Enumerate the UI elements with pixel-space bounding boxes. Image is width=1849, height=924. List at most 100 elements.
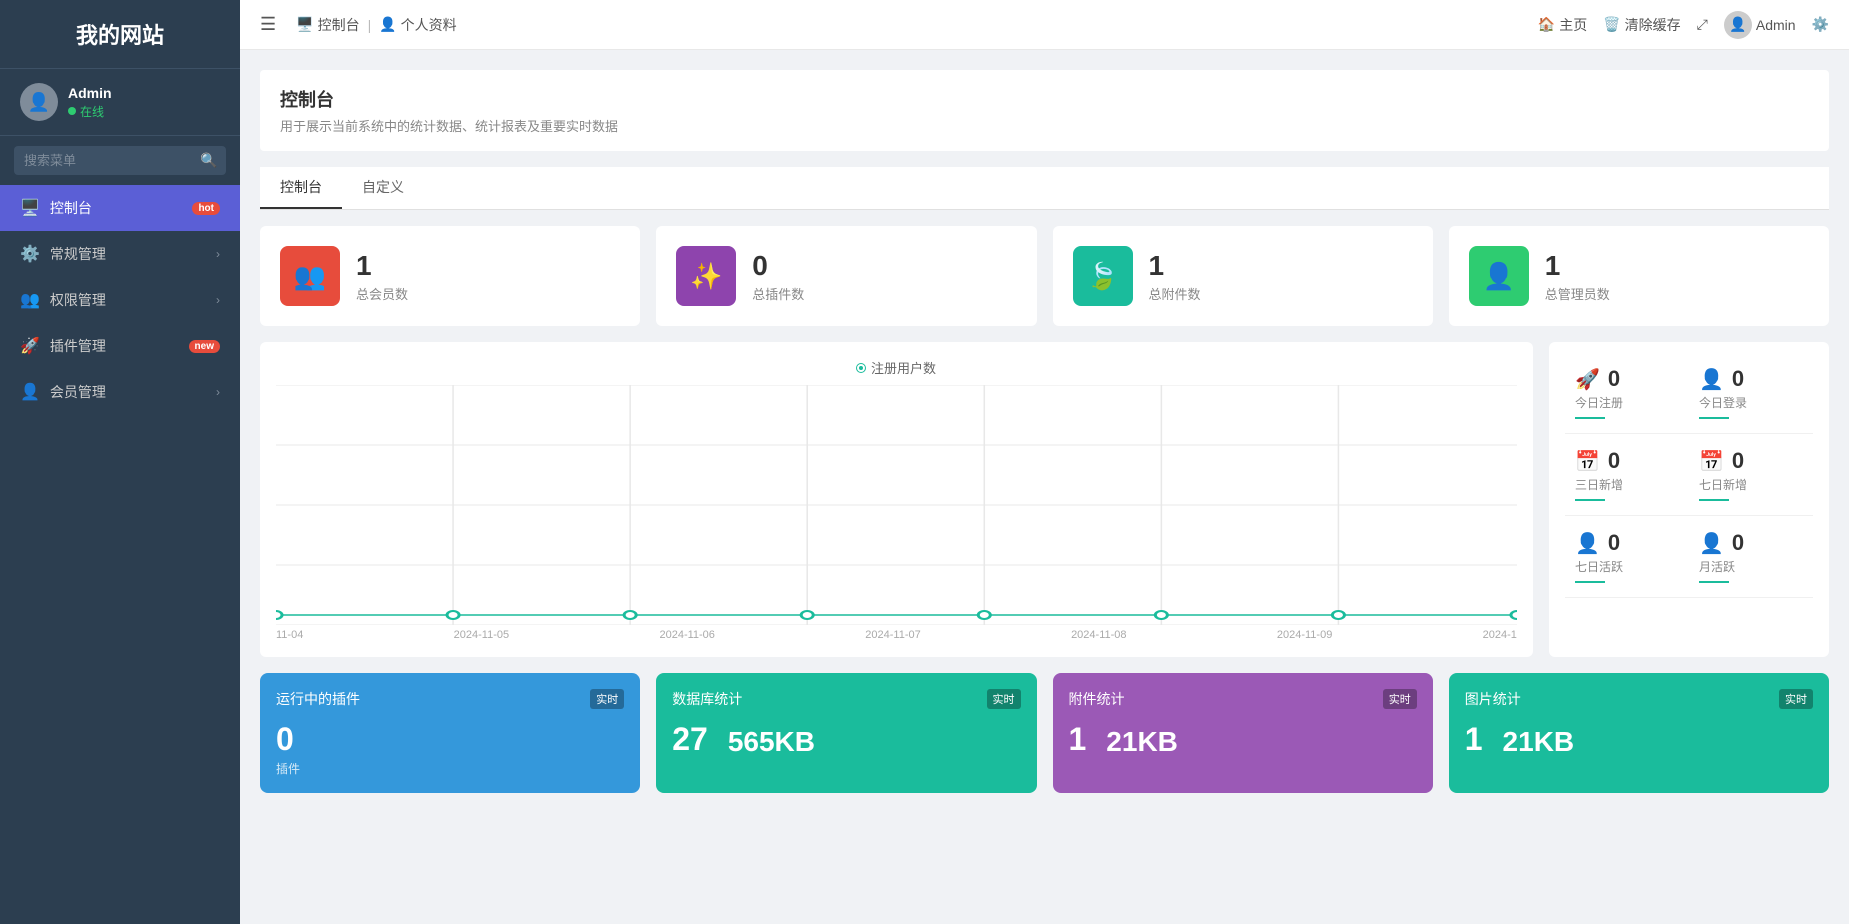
home-button[interactable]: 🏠 主页: [1538, 15, 1587, 35]
nav-badge-new: new: [189, 340, 220, 353]
user-login-icon: 👤: [1699, 367, 1724, 392]
page-description: 用于展示当前系统中的统计数据、统计报表及重要实时数据: [280, 116, 1809, 135]
expand-button[interactable]: ⤢: [1697, 16, 1708, 33]
metric-underline: [1699, 417, 1729, 419]
site-logo: 我的网站: [0, 0, 240, 69]
metric-underline: [1575, 417, 1605, 419]
attachments-stat-icon: 🍃: [1073, 246, 1133, 306]
sidebar-item-label: 会员管理: [50, 382, 106, 402]
x-label: 2024-11-06: [659, 629, 714, 641]
breadcrumb-separator: |: [368, 17, 372, 33]
search-input[interactable]: [24, 153, 200, 168]
metric-monthly-active: 👤 0 月活跃: [1689, 516, 1813, 598]
attachments-count: 1: [1149, 250, 1201, 282]
sidebar-item-label: 权限管理: [50, 290, 106, 310]
chevron-right-icon: ›: [216, 247, 220, 261]
sidebar-item-label: 常规管理: [50, 244, 106, 264]
trash-icon: 🗑️: [1603, 16, 1620, 33]
sidebar-item-dashboard[interactable]: 🖥️ 控制台 hot: [0, 185, 240, 231]
page-title: 控制台: [280, 86, 1809, 112]
metric-label: 今日登录: [1699, 394, 1803, 411]
bottom-card-db: 数据库统计 实时 27 565KB: [656, 673, 1036, 793]
stat-card-plugins: ✨ 0 总插件数: [656, 226, 1036, 326]
admin-name-label: Admin: [1756, 17, 1796, 33]
nav-badge-hot: hot: [192, 202, 220, 215]
breadcrumb-label: 个人资料: [401, 15, 457, 35]
metric-label: 七日活跃: [1575, 558, 1679, 575]
sidebar-item-permissions[interactable]: 👥 权限管理 ›: [0, 277, 240, 323]
metric-underline: [1699, 499, 1729, 501]
avatar: 👤: [20, 83, 58, 121]
chevron-right-icon: ›: [216, 293, 220, 307]
search-icon[interactable]: 🔍: [200, 152, 217, 169]
sidebar-item-members[interactable]: 👤 会员管理 ›: [0, 369, 240, 415]
card-num-right: 21KB: [1503, 726, 1575, 758]
admin-user[interactable]: 👤 Admin: [1724, 11, 1796, 39]
sidebar-user: 👤 Admin 在线: [0, 69, 240, 136]
bottom-card-attachments: 附件统计 实时 1 21KB: [1053, 673, 1433, 793]
tab-dashboard[interactable]: 控制台: [260, 167, 342, 209]
x-label: 2024-11-08: [1071, 629, 1126, 641]
tab-bar: 控制台 自定义: [260, 167, 1829, 210]
x-label: 2024-11-09: [1277, 629, 1332, 641]
chevron-right-icon: ›: [216, 385, 220, 399]
menu-toggle-icon[interactable]: ☰: [260, 14, 276, 35]
stats-row: 👥 1 总会员数 ✨ 0 总插件数 🍃 1 总附件数: [260, 226, 1829, 326]
sidebar-item-general[interactable]: ⚙️ 常规管理 ›: [0, 231, 240, 277]
stat-card-members: 👥 1 总会员数: [260, 226, 640, 326]
breadcrumb-profile[interactable]: 👤 个人资料: [379, 15, 456, 35]
topnav-avatar: 👤: [1724, 11, 1752, 39]
chart-title: 注册用户数: [276, 358, 1517, 377]
breadcrumb-dashboard[interactable]: 🖥️ 控制台: [296, 15, 359, 35]
metric-3day: 📅 0 三日新增: [1565, 434, 1689, 516]
metric-value: 0: [1608, 530, 1620, 556]
metric-underline: [1575, 499, 1605, 501]
stat-card-attachments: 🍃 1 总附件数: [1053, 226, 1433, 326]
members-count: 1: [356, 250, 408, 282]
card-num-right: 21KB: [1106, 726, 1178, 758]
members-label: 总会员数: [356, 284, 408, 303]
card-num-left: 1: [1465, 721, 1483, 758]
card-num-right: 565KB: [728, 726, 815, 758]
calendar-plus-icon: 📅: [1699, 449, 1724, 474]
expand-icon: ⤢: [1697, 16, 1708, 33]
metric-label: 今日注册: [1575, 394, 1679, 411]
bottom-card-images: 图片统计 实时 1 21KB: [1449, 673, 1829, 793]
metric-label: 月活跃: [1699, 558, 1803, 575]
metric-today-register: 🚀 0 今日注册: [1565, 352, 1689, 434]
settings-icon: ⚙️: [1812, 16, 1829, 33]
general-icon: ⚙️: [20, 244, 40, 264]
sidebar-search[interactable]: 🔍: [14, 146, 226, 175]
user-icon: 👤: [379, 16, 396, 33]
metric-7day-new: 📅 0 七日新增: [1689, 434, 1813, 516]
user-active-icon: 👤: [1575, 531, 1600, 556]
plugins-icon: 🚀: [20, 336, 40, 356]
username: Admin: [68, 85, 112, 101]
topnav: ☰ 🖥️ 控制台 | 👤 个人资料 🏠 主页 🗑️ 清除缓存: [240, 0, 1849, 50]
metric-underline: [1699, 581, 1729, 583]
status-dot: [68, 107, 76, 115]
plugins-label: 总插件数: [752, 284, 804, 303]
chart-svg: [276, 385, 1517, 625]
sidebar-item-label: 插件管理: [50, 336, 106, 356]
card-num-label: 插件: [276, 760, 300, 777]
card-num-left: 27: [672, 721, 708, 758]
attachments-label: 总附件数: [1149, 284, 1201, 303]
metric-label: 三日新增: [1575, 476, 1679, 493]
main-area: ☰ 🖥️ 控制台 | 👤 个人资料 🏠 主页 🗑️ 清除缓存: [240, 0, 1849, 924]
breadcrumb-label: 控制台: [318, 15, 360, 35]
home-icon: 🏠: [1538, 16, 1555, 33]
clear-cache-button[interactable]: 🗑️ 清除缓存: [1603, 15, 1680, 35]
admins-label: 总管理员数: [1545, 284, 1610, 303]
bottom-cards-row: 运行中的插件 实时 0 插件 数据库统计 实时 27: [260, 673, 1829, 793]
plugins-count: 0: [752, 250, 804, 282]
chart-legend-dot: [857, 364, 865, 372]
sidebar-item-plugins[interactable]: 🚀 插件管理 new: [0, 323, 240, 369]
permissions-icon: 👥: [20, 290, 40, 310]
card-title: 附件统计: [1069, 689, 1125, 709]
metric-underline: [1575, 581, 1605, 583]
tab-custom[interactable]: 自定义: [342, 167, 424, 209]
settings-button[interactable]: ⚙️: [1812, 16, 1829, 33]
realtime-badge: 实时: [590, 689, 624, 709]
metric-row-1: 🚀 0 今日注册 👤 0 今日登录: [1565, 352, 1813, 434]
